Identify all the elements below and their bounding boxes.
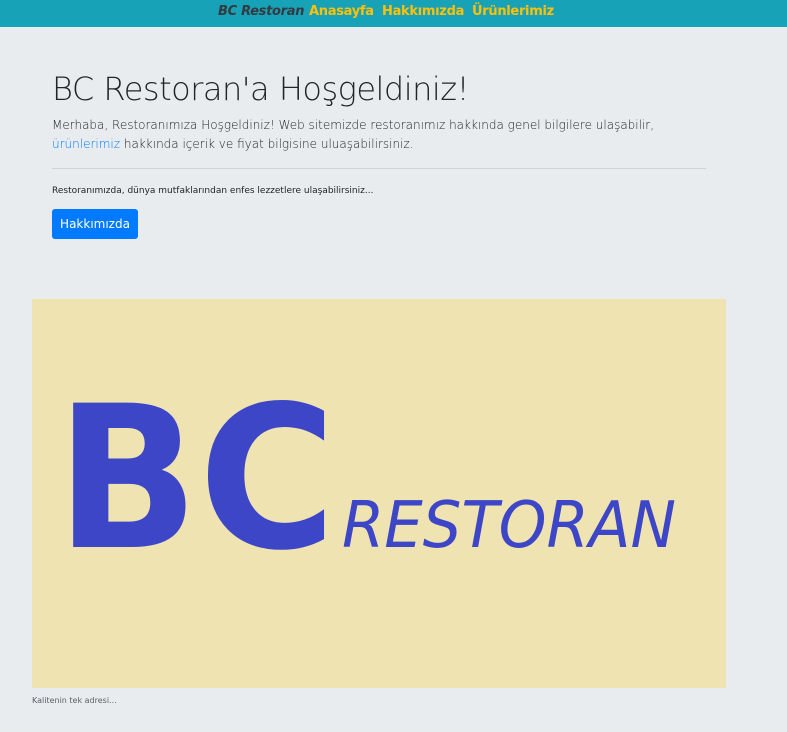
navbar: BC Restoran Anasayfa Hakkımızda Ürünleri… (0, 0, 787, 27)
logo-graphic: BC RESTORAN (56, 363, 676, 594)
caption-text: Kalitenin tek adresi... (32, 696, 117, 705)
logo-restoran-text: RESTORAN (342, 489, 676, 563)
page-title: BC Restoran'a Hoşgeldiniz! (52, 70, 469, 108)
nav-link-urunlerimiz[interactable]: Ürünlerimiz (472, 4, 554, 19)
logo-bc-text: BC (56, 363, 336, 594)
nav-link-anasayfa[interactable]: Anasayfa (309, 4, 374, 19)
restaurant-logo-image: BC RESTORAN (32, 299, 726, 688)
lead-text-before: Merhaba, Restoranımıza Hoşgeldiniz! Web … (52, 118, 655, 132)
products-link[interactable]: ürünlerimiz (52, 137, 120, 151)
navbar-brand[interactable]: BC Restoran (218, 4, 304, 19)
lead-paragraph: Merhaba, Restoranımıza Hoşgeldiniz! Web … (52, 116, 702, 154)
about-button[interactable]: Hakkımızda (52, 209, 138, 239)
lead-text-after: hakkında içerik ve fiyat bilgisine uluaş… (120, 137, 414, 151)
divider (52, 168, 706, 169)
nav-link-hakkimizda[interactable]: Hakkımızda (382, 4, 464, 19)
sub-text: Restoranımızda, dünya mutfaklarından enf… (52, 186, 374, 196)
